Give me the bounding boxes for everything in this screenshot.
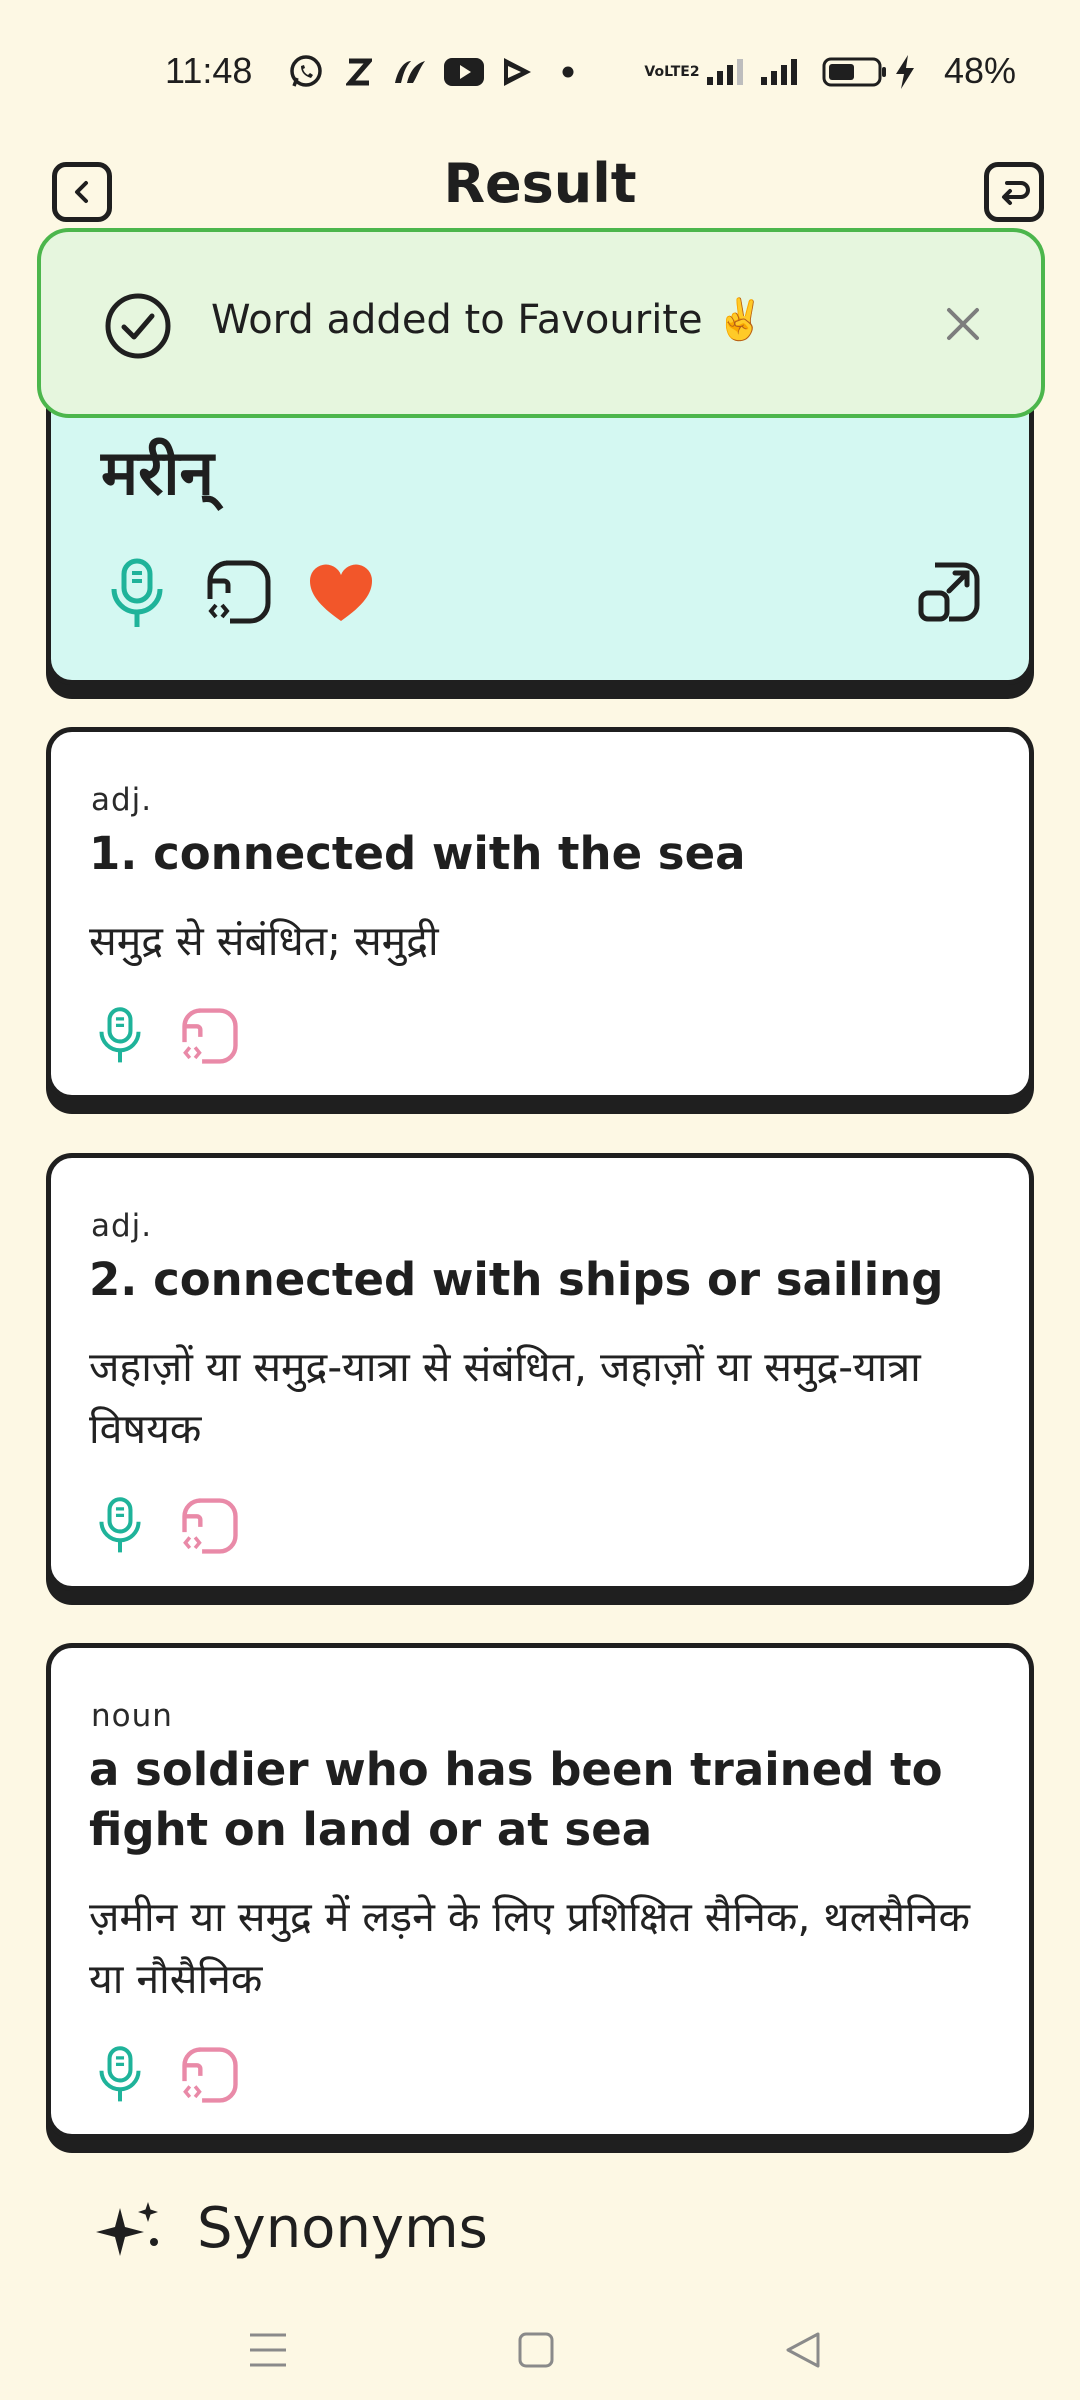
definition-card: adj. 1. connected with the sea समुद्र से… (46, 727, 1034, 1100)
synonyms-heading: Synonyms (197, 2196, 488, 2260)
share-button[interactable] (915, 557, 985, 627)
definition-hindi: ज़मीन या समुद्र में लड़ने के लिए प्रशिक्… (89, 1893, 970, 2003)
definition-hindi: समुद्र से संबंधित; समुद्री (89, 917, 439, 965)
part-of-speech: adj. (91, 782, 153, 818)
play-icon (497, 52, 537, 92)
sparkle-icon (96, 2202, 158, 2256)
definition-meaning: 2. connected with ships or sailing (89, 1253, 944, 1306)
page-title: Result (443, 152, 637, 215)
translate-icon[interactable] (181, 1497, 239, 1555)
headword: मरीन् (101, 436, 214, 509)
definition-meaning: a soldier who has been trained to fight … (89, 1743, 943, 1856)
share-icon (918, 562, 980, 622)
zomato-icon (344, 52, 374, 92)
status-time: 11:48 (165, 50, 253, 91)
microphone-icon[interactable] (91, 1006, 149, 1064)
definition-card: noun a soldier who has been trained to f… (46, 1643, 1034, 2139)
system-nav-bar (0, 2290, 1080, 2400)
whatsapp-icon (286, 52, 326, 92)
close-icon[interactable] (943, 304, 983, 344)
microphone-icon (111, 558, 163, 627)
translate-button[interactable] (206, 559, 272, 625)
youtube-icon (442, 52, 486, 92)
volte-label: VoLTE2 (644, 64, 700, 80)
definition-card: adj. 2. connected with ships or sailing … (46, 1153, 1034, 1591)
menu-icon[interactable] (248, 2332, 288, 2368)
part-of-speech: noun (91, 1698, 173, 1734)
battery-percent: 48% (944, 50, 1017, 91)
check-circle-icon (105, 293, 171, 359)
battery-icon (822, 52, 888, 92)
definition-hindi: जहाज़ों या समुद्र-यात्रा से संबंधित, जहा… (89, 1343, 921, 1453)
status-bar: 11:48 VoLTE2 48% (0, 0, 1080, 140)
toast-message: Word added to Favourite ✌️ (211, 297, 766, 343)
signal-icon (758, 52, 802, 92)
favourite-button[interactable] (308, 563, 374, 623)
undo-icon (1002, 181, 1030, 205)
undo-button[interactable] (984, 162, 1044, 222)
synonyms-section: Synonyms (92, 2196, 892, 2260)
dot-icon (560, 52, 576, 92)
home-square-icon[interactable] (518, 2332, 554, 2368)
pronounce-button[interactable] (106, 557, 168, 629)
part-of-speech: adj. (91, 1208, 153, 1244)
favourite-toast: Word added to Favourite ✌️ (37, 228, 1045, 418)
signal-icon (704, 52, 748, 92)
app-icon (390, 52, 430, 92)
translate-icon[interactable] (181, 2046, 239, 2104)
definition-meaning: 1. connected with the sea (89, 827, 746, 880)
charging-icon (892, 52, 918, 92)
heart-icon (309, 564, 373, 621)
microphone-icon[interactable] (91, 1496, 149, 1554)
back-triangle-icon[interactable] (784, 2330, 822, 2370)
translate-icon (207, 560, 271, 624)
microphone-icon[interactable] (91, 2045, 149, 2103)
translate-icon[interactable] (181, 1007, 239, 1065)
word-card: मरीन् (46, 380, 1034, 685)
